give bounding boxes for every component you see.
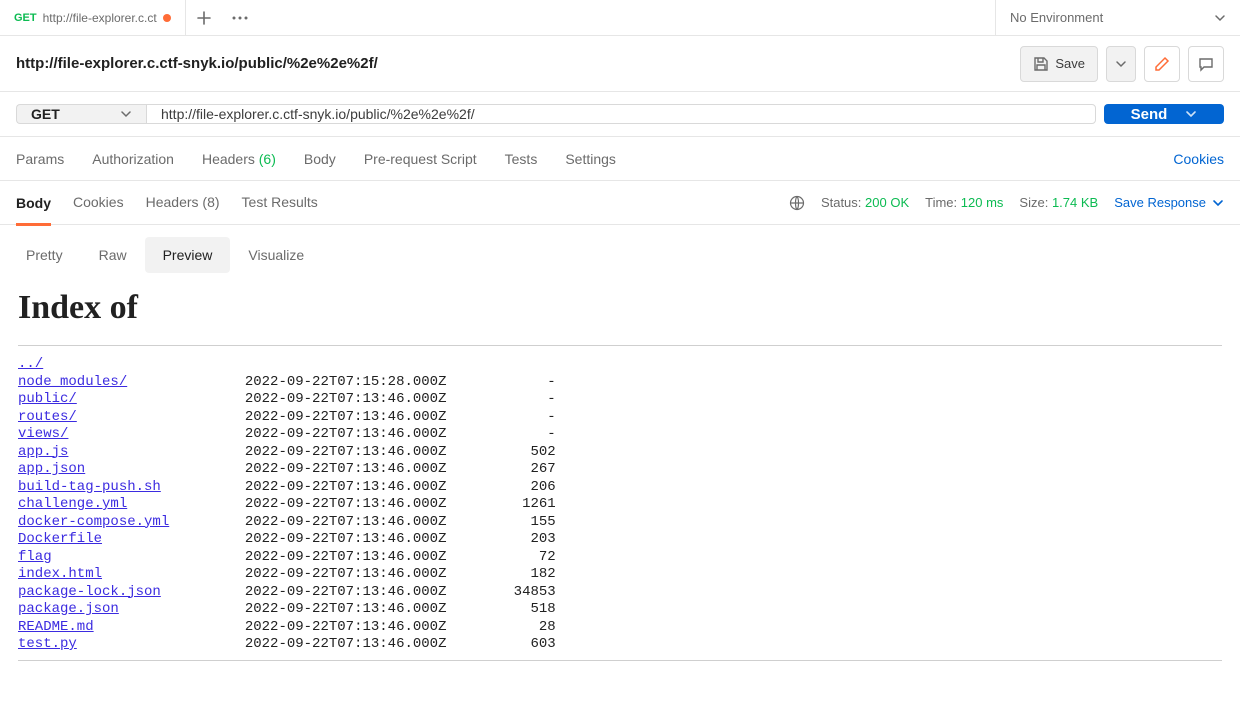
- tab-params[interactable]: Params: [16, 151, 64, 167]
- tab-prerequest[interactable]: Pre-request Script: [364, 151, 477, 167]
- view-visualize[interactable]: Visualize: [230, 237, 322, 273]
- divider: [18, 660, 1222, 661]
- tab-authorization[interactable]: Authorization: [92, 151, 174, 167]
- file-link[interactable]: challenge.yml: [18, 496, 127, 512]
- environment-label: No Environment: [1010, 10, 1103, 25]
- method-select[interactable]: GET: [16, 104, 146, 124]
- unsaved-dot-icon: [163, 14, 171, 22]
- comments-button[interactable]: [1188, 46, 1224, 82]
- chevron-down-icon: [1212, 197, 1224, 209]
- resp-tab-headers-label: Headers: [146, 194, 199, 210]
- edit-button[interactable]: [1144, 46, 1180, 82]
- chevron-down-icon: [1115, 58, 1127, 70]
- resp-tab-test-results[interactable]: Test Results: [242, 194, 318, 212]
- divider: [18, 345, 1222, 346]
- cookies-link[interactable]: Cookies: [1173, 151, 1224, 167]
- file-link[interactable]: node_modules/: [18, 374, 127, 390]
- file-link[interactable]: app.js: [18, 444, 68, 460]
- tab-overflow-button[interactable]: [222, 0, 258, 35]
- save-icon: [1033, 56, 1049, 72]
- status-label: Status:: [821, 195, 861, 210]
- request-subtabs: Params Authorization Headers (6) Body Pr…: [0, 137, 1240, 181]
- tab-settings[interactable]: Settings: [565, 151, 616, 167]
- tab-headers-label: Headers: [202, 151, 255, 167]
- new-tab-button[interactable]: [186, 0, 222, 35]
- tab-method: GET: [14, 12, 37, 24]
- url-input[interactable]: [159, 105, 1083, 123]
- chevron-down-icon: [120, 108, 132, 120]
- file-link[interactable]: views/: [18, 426, 68, 442]
- request-tab[interactable]: GET http://file-explorer.c.ct: [0, 0, 186, 35]
- tab-headers[interactable]: Headers (6): [202, 151, 276, 167]
- directory-listing: ../ node_modules/ 2022-09-22T07:15:28.00…: [18, 356, 1222, 654]
- file-link[interactable]: package.json: [18, 601, 119, 617]
- tab-strip: GET http://file-explorer.c.ct No Environ…: [0, 0, 1240, 36]
- file-link[interactable]: build-tag-push.sh: [18, 479, 161, 495]
- tab-headers-count: (6): [259, 151, 276, 167]
- chevron-down-icon: [1185, 108, 1197, 120]
- request-row: GET Send: [0, 92, 1240, 137]
- file-link[interactable]: flag: [18, 549, 52, 565]
- file-link[interactable]: index.html: [18, 566, 102, 582]
- status-value: 200 OK: [865, 195, 909, 210]
- environment-select[interactable]: No Environment: [995, 0, 1240, 35]
- tab-url: http://file-explorer.c.ct: [43, 11, 157, 25]
- file-link[interactable]: app.json: [18, 461, 85, 477]
- request-titlebar: http://file-explorer.c.ctf-snyk.io/publi…: [0, 36, 1240, 92]
- view-raw[interactable]: Raw: [81, 237, 145, 273]
- file-link[interactable]: test.py: [18, 636, 77, 652]
- resp-tab-headers-count: (8): [202, 194, 219, 210]
- tab-body[interactable]: Body: [304, 151, 336, 167]
- size-value: 1.74 KB: [1052, 195, 1098, 210]
- comment-icon: [1198, 56, 1214, 72]
- save-response-button[interactable]: Save Response: [1114, 195, 1224, 210]
- save-menu-button[interactable]: [1106, 46, 1136, 82]
- preview-pane: Index of ../ node_modules/ 2022-09-22T07…: [0, 277, 1240, 689]
- view-preview[interactable]: Preview: [145, 237, 231, 273]
- file-link[interactable]: package-lock.json: [18, 584, 161, 600]
- send-button[interactable]: Send: [1104, 104, 1224, 124]
- send-label: Send: [1131, 106, 1168, 123]
- index-title: Index of: [18, 289, 1222, 327]
- save-response-label: Save Response: [1114, 195, 1206, 210]
- file-link[interactable]: routes/: [18, 409, 77, 425]
- body-view-tabs: Pretty Raw Preview Visualize: [0, 225, 1240, 277]
- file-link[interactable]: README.md: [18, 619, 94, 635]
- time-label: Time:: [925, 195, 957, 210]
- tab-tests[interactable]: Tests: [505, 151, 538, 167]
- time-value: 120 ms: [961, 195, 1004, 210]
- file-link[interactable]: Dockerfile: [18, 531, 102, 547]
- save-label: Save: [1055, 56, 1085, 71]
- resp-tab-body[interactable]: Body: [16, 195, 51, 226]
- chevron-down-icon: [1214, 12, 1226, 24]
- request-title: http://file-explorer.c.ctf-snyk.io/publi…: [16, 55, 378, 72]
- save-button[interactable]: Save: [1020, 46, 1098, 82]
- size-label: Size:: [1019, 195, 1048, 210]
- file-link[interactable]: public/: [18, 391, 77, 407]
- url-input-wrap: [146, 104, 1096, 124]
- view-pretty[interactable]: Pretty: [8, 237, 81, 273]
- response-subtabs: Body Cookies Headers (8) Test Results St…: [0, 181, 1240, 225]
- method-value: GET: [31, 106, 60, 122]
- pencil-icon: [1154, 56, 1170, 72]
- resp-tab-headers[interactable]: Headers (8): [146, 194, 220, 212]
- file-link[interactable]: docker-compose.yml: [18, 514, 169, 530]
- resp-tab-cookies[interactable]: Cookies: [73, 194, 124, 212]
- network-icon[interactable]: [789, 195, 805, 211]
- file-link[interactable]: ../: [18, 356, 43, 372]
